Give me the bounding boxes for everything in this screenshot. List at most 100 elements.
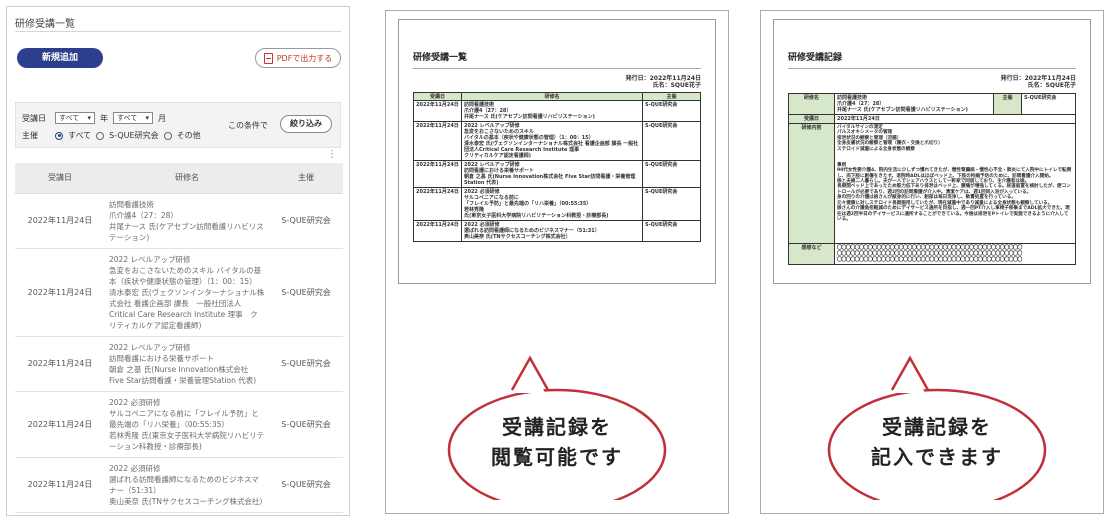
list-row-host: S-QUE研究会 (642, 187, 701, 221)
record-document: 研修受講記録 発行日：2022年11月24日 氏名：SQUE花子 研修名 訪問看… (773, 19, 1091, 284)
record-host: S-QUE研究会 (1021, 93, 1076, 115)
list-row: 2022年11月24日 2022 必須研修 サルコペニアになる前に 「フレイル予防… (413, 187, 701, 221)
row-date: 2022年11月24日 (15, 193, 105, 249)
pdf-export-button[interactable]: PDFで出力する (255, 48, 341, 68)
list-row-date: 2022年11月24日 (413, 121, 462, 161)
list-document-table: 受講日 研修名 主催 2022年11月24日 訪問看護技術 爪介護4（27：28）… (413, 92, 701, 242)
user-name: 氏名：SQUE花子 (1027, 82, 1076, 89)
list-row-name: 2022 必須研修 サルコペニアになる前に 「フレイル予防」と最先端の「リハ栄養… (461, 187, 643, 221)
row-host: S-QUE研究会 (269, 391, 343, 458)
bubble-left-line1: 受講記録を (502, 415, 612, 439)
list-document: 研修受講一覧 発行日：2022年11月24日 氏名：SQUE花子 受講日 研修名… (398, 19, 716, 284)
toolbar: 新規追加 PDFで出力する (7, 32, 349, 72)
row-host: S-QUE研究会 (269, 336, 343, 392)
month-select[interactable]: すべて ▾ (113, 112, 153, 124)
radio-other[interactable] (163, 131, 172, 140)
host-filter-label: 主催 (22, 131, 38, 140)
row-date: 2022年11月24日 (15, 248, 105, 337)
list-row-name: 2022 レベルアップ研修 訪問看護における栄養サポート 朝倉 之基 氏(Nur… (461, 160, 643, 188)
table-row[interactable]: 2022年11月24日 訪問看護技術 爪介護4（27：28） 井尾ナース 氏(ケア… (15, 193, 343, 249)
year-select[interactable]: すべて ▾ (55, 112, 95, 124)
bubble-right-line1: 受講記録を (882, 415, 992, 439)
record-thoughts: 〇〇〇〇〇〇〇〇〇〇〇〇〇〇〇〇〇〇〇〇〇〇〇〇〇〇〇〇〇〇〇〇〇〇〇〇〇〇〇〇… (834, 243, 1076, 265)
table-row[interactable]: 2022年11月24日 2022 レベルアップ研修 急変をおこさないためのスキル … (15, 248, 343, 337)
list-header-host: 主催 (642, 92, 701, 101)
list-row: 2022年11月24日 2022 レベルアップ研修 急変をおこさないためのスキル … (413, 121, 701, 161)
speech-bubble-right: 受講記録を 記入できます (822, 350, 1052, 500)
radio-all[interactable] (55, 131, 63, 140)
record-label-date: 受講日 (788, 114, 835, 124)
date-filter-label: 受講日 (22, 113, 46, 123)
row-date: 2022年11月24日 (15, 457, 105, 513)
column-header-name: 研修名 (105, 163, 269, 194)
row-training-name: 2022 レベルアップ研修 急変をおこさないためのスキル バイタルの基本（疾状や… (105, 248, 269, 337)
record-document-title: 研修受講記録 (788, 54, 1076, 69)
list-row-host: S-QUE研究会 (642, 100, 701, 122)
bubble-left-line2: 閲覧可能です (491, 445, 623, 469)
list-row-host: S-QUE研究会 (642, 160, 701, 188)
row-host: S-QUE研究会 (269, 457, 343, 513)
bubble-right-line2: 記入できます (871, 445, 1003, 469)
column-header-host: 主催 (269, 163, 343, 194)
training-list-app: 研修受講一覧 新規追加 PDFで出力する 受講日 すべて ▾ 年 すべて ▾ 月… (6, 6, 350, 516)
column-header-date: 受講日 (15, 163, 105, 194)
chevron-down-icon: ▾ (145, 114, 149, 122)
row-training-name: 2022 レベルアップ研修 訪問看護における栄養サポート 朝倉 之基 氏(Nur… (105, 336, 269, 392)
row-date: 2022年11月24日 (15, 391, 105, 458)
list-row-date: 2022年11月24日 (413, 220, 462, 242)
list-row-date: 2022年11月24日 (413, 187, 462, 221)
speech-bubble-left: 受講記録を 閲覧可能です (442, 350, 672, 500)
row-training-name: 訪問看護技術 爪介護4（27：28） 井尾ナース 氏(ケアセブン訪問看護リハビリ… (105, 193, 269, 249)
year-select-value: すべて (59, 114, 80, 122)
record-label-content: 研修内容 (788, 123, 835, 244)
table-row[interactable]: 2022年11月24日 2022 必須研修 サルコペニアになる前に「フレイル予防」… (15, 391, 343, 458)
condition-text: この条件で (228, 121, 268, 130)
list-row-name: 2022 必須研修 選ばれる訪問看護師になるためのビジネスマナー（51:31） … (461, 220, 643, 242)
row-date: 2022年11月24日 (15, 336, 105, 392)
list-row-name: 訪問看護技術 爪介護4（27：28） 井尾ナース 氏(ケアセブン訪問看護リハビリ… (461, 100, 643, 122)
record-document-meta: 発行日：2022年11月24日 氏名：SQUE花子 (788, 75, 1076, 89)
chevron-down-icon: ▾ (87, 114, 91, 122)
list-row-name: 2022 レベルアップ研修 急変をおこさないためのスキル バイタルの基本（疾状や… (461, 121, 643, 161)
user-name: 氏名：SQUE花子 (652, 82, 701, 89)
page-title: 研修受講一覧 (15, 19, 75, 30)
new-button[interactable]: 新規追加 (17, 48, 103, 68)
record-training-name: 訪問看護技術 爪介護4（27：28） 井尾ナース 氏(ケアセブン訪問看護リハビリ… (834, 93, 994, 115)
narrow-button[interactable]: 絞り込み (280, 115, 332, 133)
record-date: 2022年11月24日 (834, 114, 1076, 124)
list-row-date: 2022年11月24日 (413, 160, 462, 188)
radio-sque-label: S-QUE研究会 (109, 131, 159, 140)
row-training-name: 2022 必須研修 サルコペニアになる前に「フレイル予防」と最先端の「リハ栄養」… (105, 391, 269, 458)
list-row: 2022年11月24日 2022 必須研修 選ばれる訪問看護師になるためのビジネス… (413, 220, 701, 242)
record-label-training-name: 研修名 (788, 93, 835, 115)
row-host: S-QUE研究会 (269, 248, 343, 337)
row-training-name: 2022 必須研修 選ばれる訪問看護師になるためのビジネスマナー（51:31） … (105, 457, 269, 513)
table-row[interactable]: 2022年11月24日 2022 レベルアップ研修 訪問看護における栄養サポート … (15, 336, 343, 392)
radio-other-label: その他 (176, 131, 201, 140)
year-suffix: 年 (100, 113, 108, 123)
radio-sque[interactable] (96, 131, 105, 140)
record-content: バイタルサインの測定 パルスオキシメータの管理 排泄状況の観察と管理（浣腸） 全… (834, 123, 1076, 244)
list-row: 2022年11月24日 2022 レベルアップ研修 訪問看護における栄養サポート … (413, 160, 701, 188)
record-label-host: 主催 (993, 93, 1022, 115)
row-host: S-QUE研究会 (269, 193, 343, 249)
list-document-title: 研修受講一覧 (413, 54, 701, 69)
pdf-icon (263, 52, 273, 64)
issue-date: 発行日：2022年11月24日 (1000, 75, 1076, 82)
month-select-value: すべて (117, 114, 138, 122)
table-row[interactable]: 2022年11月24日 2022 必須研修 選ばれる訪問看護師になるためのビジネス… (15, 457, 343, 513)
training-table: 受講日 研修名 主催 2022年11月24日 訪問看護技術 爪介護4（27：28）… (15, 163, 343, 513)
record-label-thoughts: 感想など (788, 243, 835, 265)
list-header-name: 研修名 (461, 92, 643, 101)
pdf-export-label: PDFで出力する (276, 53, 333, 63)
filter-panel: 受講日 すべて ▾ 年 すべて ▾ 月 主催 すべて S-QUE研究会 その他 … (15, 102, 341, 148)
record-table: 研修名 訪問看護技術 爪介護4（27：28） 井尾ナース 氏(ケアセブン訪問看護… (788, 93, 1076, 265)
list-row: 2022年11月24日 訪問看護技術 爪介護4（27：28） 井尾ナース 氏(ケア… (413, 100, 701, 122)
list-header-date: 受講日 (413, 92, 462, 101)
kebab-icon[interactable]: ⋮ (327, 149, 337, 160)
list-row-host: S-QUE研究会 (642, 220, 701, 242)
radio-all-label: すべて (68, 131, 92, 140)
list-row-date: 2022年11月24日 (413, 100, 462, 122)
issue-date: 発行日：2022年11月24日 (625, 75, 701, 82)
list-document-meta: 発行日：2022年11月24日 氏名：SQUE花子 (413, 75, 701, 89)
